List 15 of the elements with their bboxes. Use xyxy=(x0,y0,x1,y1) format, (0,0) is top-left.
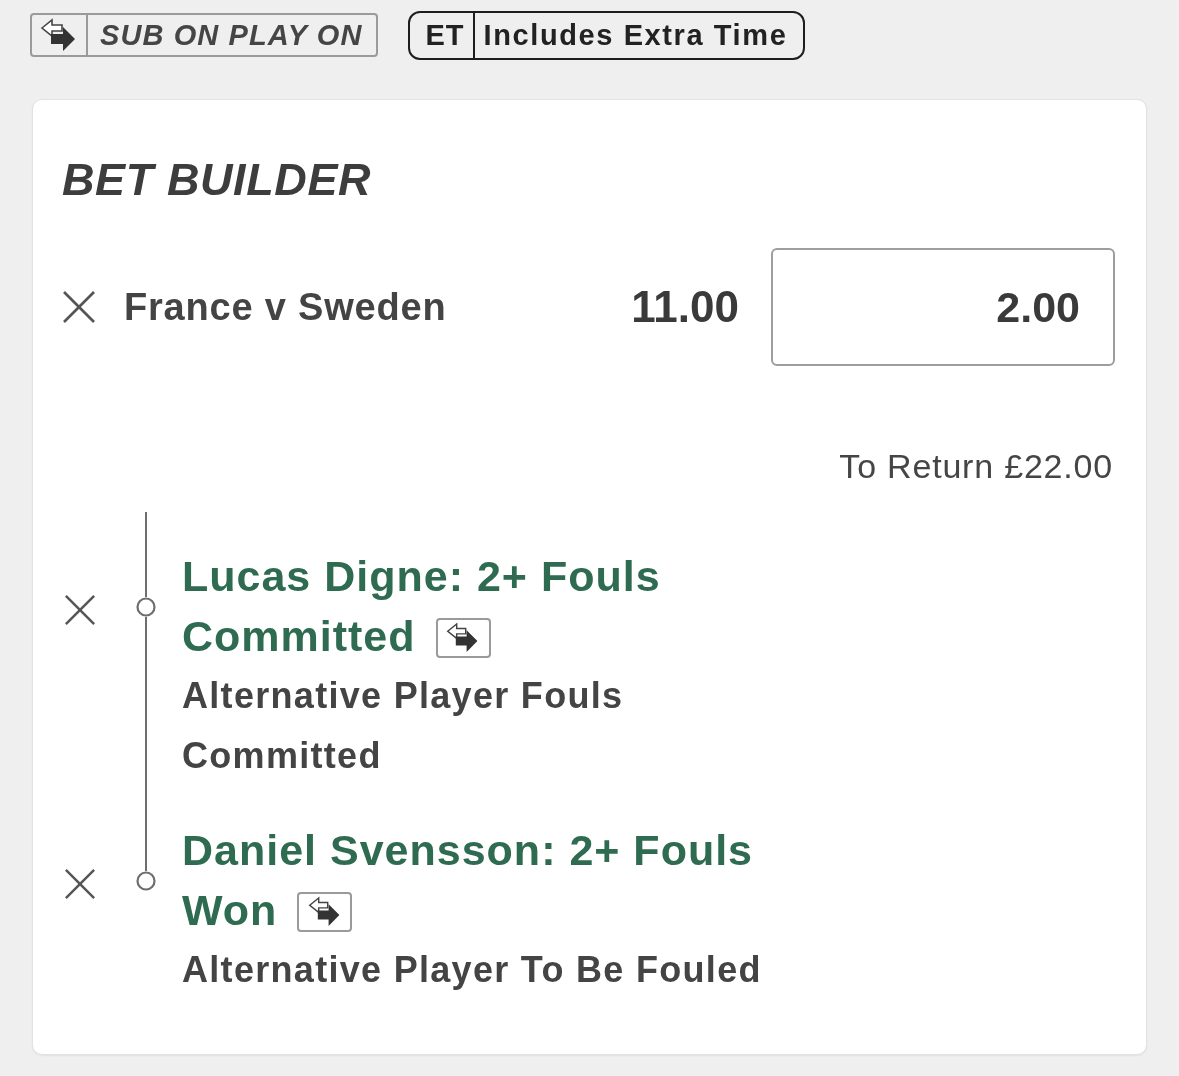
market-name: Alternative Player To Be Fouled xyxy=(182,948,763,992)
match-name: France v Sweden xyxy=(124,285,447,329)
legend-label: SUB ON PLAY ON xyxy=(99,17,364,53)
legend-code: ET xyxy=(410,12,475,58)
selection-title: Lucas Digne: 2+ Fouls Committed xyxy=(182,552,661,660)
stake-field[interactable]: 2.00 xyxy=(771,248,1115,366)
close-icon[interactable] xyxy=(64,868,96,900)
legend-label: Includes Extra Time xyxy=(482,17,789,53)
close-icon[interactable] xyxy=(64,594,96,626)
card-title: BET BUILDER xyxy=(62,153,372,207)
odds-value: 11.00 xyxy=(631,282,739,332)
market-name: Alternative Player Fouls Committed xyxy=(182,674,625,778)
to-return-text: To Return £22.00 xyxy=(839,446,1113,486)
selection-title: Daniel Svensson: 2+ Fouls Won xyxy=(182,826,754,934)
close-icon[interactable] xyxy=(62,290,96,324)
